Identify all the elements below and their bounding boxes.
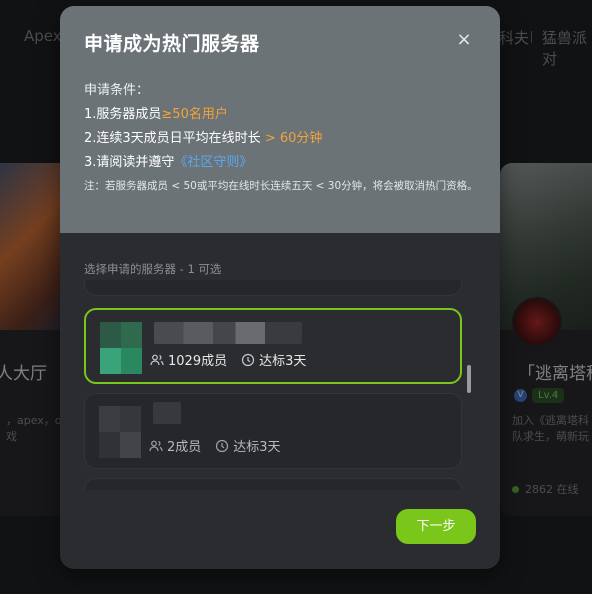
server-avatar [100, 322, 142, 374]
conditions-heading: 申请条件： [84, 83, 150, 98]
server-option[interactable] [84, 478, 462, 490]
dialog-title: 申请成为热门服务器 [84, 33, 260, 55]
server-option[interactable] [84, 280, 462, 296]
server-name-redacted [154, 322, 302, 344]
member-count: 1029成员 [168, 354, 228, 369]
server-option-selected[interactable]: 1029成员 达标3天 [84, 308, 462, 384]
server-stats: 1029成员 达标3天 [150, 350, 306, 369]
members-icon [150, 354, 164, 365]
dialog-header: 申请成为热门服务器 × 申请条件： 1.服务器成员≥50名用户 2.连续3天成员… [60, 6, 500, 233]
app-stage: Apex 科夫 猛兽派对 人大厅 ，apex，o 戏 「逃离塔科 V Lv.4 … [0, 0, 592, 594]
clock-icon [241, 353, 255, 366]
apply-hot-server-dialog: 申请成为热门服务器 × 申请条件： 1.服务器成员≥50名用户 2.连续3天成员… [60, 6, 500, 569]
next-step-button[interactable]: 下一步 [396, 509, 476, 544]
members-icon [149, 440, 163, 451]
condition-members: 1.服务器成员≥50名用户 [84, 107, 228, 122]
qualified-days: 达标3天 [233, 440, 281, 455]
server-option[interactable]: 2成员 达标3天 [84, 393, 462, 469]
server-avatar [99, 406, 141, 458]
disqualification-note: 注：若服务器成员 < 50或平均在线时长连续五天 < 30分钟，将会被取消热门资… [84, 180, 478, 192]
server-stats: 2成员 达标3天 [149, 436, 281, 455]
server-select-label: 选择申请的服务器 - 1 可选 [84, 262, 222, 276]
server-list-scrollbar[interactable] [467, 365, 471, 393]
server-list[interactable]: 1029成员 达标3天 2成员 达标3天 [84, 280, 462, 490]
condition-online-time: 2.连续3天成员日平均在线时长 > 60分钟 [84, 131, 323, 146]
qualified-days: 达标3天 [259, 354, 307, 369]
condition-guidelines: 3.请阅读并遵守《社区守则》 [84, 155, 253, 170]
member-count: 2成员 [167, 440, 202, 455]
community-guidelines-link[interactable]: 《社区守则》 [174, 155, 252, 170]
server-name-redacted [153, 402, 181, 424]
clock-icon [216, 439, 229, 452]
close-icon[interactable]: × [454, 30, 474, 50]
